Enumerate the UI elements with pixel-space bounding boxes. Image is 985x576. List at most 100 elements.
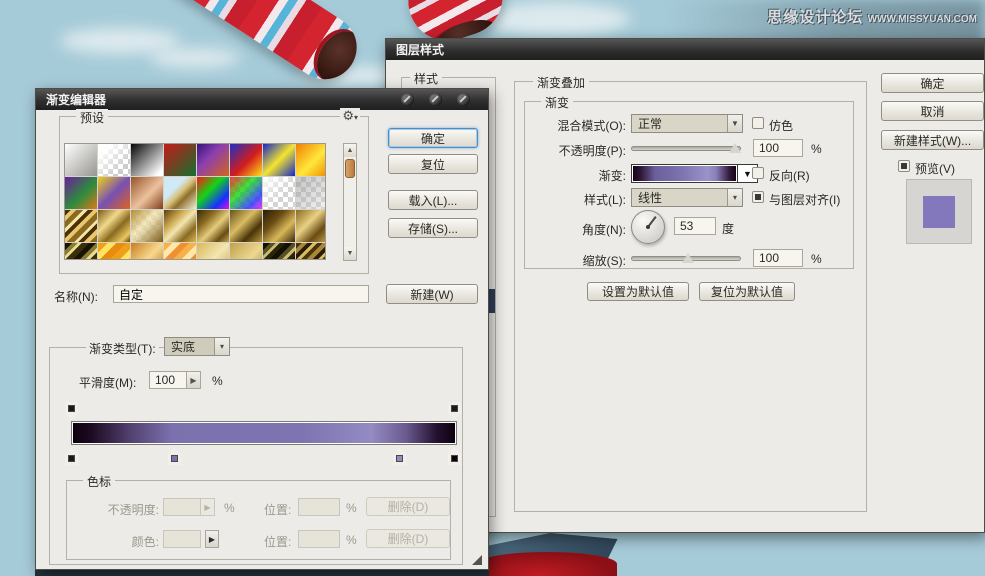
angle-value[interactable]: 53 [674,217,716,235]
window-control-icon[interactable] [457,93,470,106]
color-stop-chip [451,455,458,462]
angle-dial[interactable] [631,210,665,244]
preset-grid [64,143,326,260]
gradient-preset-swatch[interactable] [230,210,262,242]
gradient-preset-swatch[interactable] [98,210,130,242]
stop-opacity-label: 不透明度: [89,501,159,518]
preset-scrollbar[interactable]: ▲ ▼ [343,143,357,261]
gradient-preview[interactable] [631,164,738,183]
gradient-preset-swatch[interactable] [197,177,229,209]
gradient-preset-swatch[interactable] [164,243,196,260]
stop-opacity-unit: % [224,501,235,515]
chevron-down-icon[interactable]: ▾ [727,189,742,206]
delete-opacity-stop-button: 删除(D) [366,497,450,516]
gradient-preset-swatch[interactable] [197,144,229,176]
name-input[interactable] [113,285,369,303]
color-stop-chip [396,455,403,462]
gradient-preset-swatch[interactable] [65,243,97,260]
cancel-button[interactable]: 取消 [881,101,984,121]
gradient-preset-swatch[interactable] [197,210,229,242]
smoothness-unit: % [212,374,223,388]
style-preview-swatch-color [923,196,955,228]
gradient-preset-swatch[interactable] [164,177,196,209]
new-style-button[interactable]: 新建样式(W)... [881,130,984,150]
gradient-preset-swatch[interactable] [296,210,326,242]
gear-icon[interactable]: ⚙▾ [340,108,360,124]
gradient-preset-swatch[interactable] [98,144,130,176]
opacity-stop-chip [451,405,458,412]
reset-button[interactable]: 复位 [388,154,478,174]
gradient-preset-swatch[interactable] [131,144,163,176]
ok-button[interactable]: 确定 [881,73,984,93]
window-control-icon[interactable] [429,93,442,106]
gradient-preset-swatch[interactable] [296,243,326,260]
resize-grip[interactable] [472,555,482,565]
gradient-type-select[interactable]: 实底 ▾ [164,337,230,356]
chevron-down-icon[interactable]: ▼ [727,115,742,132]
gradient-preset-swatch[interactable] [296,144,326,176]
gradient-editor-titlebar[interactable]: 渐变编辑器 [36,89,488,110]
ok-button[interactable]: 确定 [388,128,478,148]
color-picker-arrow-button[interactable]: ▶ [205,530,219,548]
gradient-preset-swatch[interactable] [230,177,262,209]
gradient-preset-swatch[interactable] [65,144,97,176]
opacity-unit: % [811,142,822,156]
opacity-position-value [298,498,340,516]
gradient-preset-swatch[interactable] [230,243,262,260]
opacity-value[interactable]: 100 [753,139,803,157]
stops-label: 色标 [83,473,115,490]
blend-mode-select[interactable]: 正常 ▼ [631,114,743,133]
preview-checkbox[interactable] [898,160,910,172]
gradient-preset-swatch[interactable] [98,243,130,260]
scale-value[interactable]: 100 [753,249,803,267]
reset-default-button[interactable]: 复位为默认值 [699,282,795,301]
gradient-group-title: 渐变 [541,94,573,111]
stop-opacity-spinner-button: ▶ [201,498,215,516]
gradient-preset-swatch[interactable] [296,177,326,209]
gradient-editor-title: 渐变编辑器 [46,91,106,108]
set-default-button[interactable]: 设置为默认值 [587,282,689,301]
save-button[interactable]: 存储(S)... [388,218,478,238]
gradient-preset-swatch[interactable] [263,243,295,260]
style-select[interactable]: 线性 ▾ [631,188,743,207]
chevron-down-icon[interactable]: ▾ [214,338,229,355]
scale-label: 缩放(S): [531,252,626,269]
gradient-preset-swatch[interactable] [65,177,97,209]
window-control-icon[interactable] [401,93,414,106]
align-checkbox[interactable] [752,191,764,203]
scroll-up-icon[interactable]: ▲ [344,144,356,157]
gradient-preset-swatch[interactable] [164,144,196,176]
gradient-preset-swatch[interactable] [131,177,163,209]
color-position-value [298,530,340,548]
gradient-preset-swatch[interactable] [263,144,295,176]
dither-checkbox[interactable] [752,117,764,129]
scale-slider[interactable] [631,256,741,261]
gradient-preset-swatch[interactable] [131,210,163,242]
load-button[interactable]: 载入(L)... [388,190,478,210]
reverse-label: 反向(R) [769,167,810,184]
smoothness-label: 平滑度(M): [79,374,136,391]
gradient-preset-swatch[interactable] [197,243,229,260]
layer-style-titlebar[interactable]: 图层样式 [386,39,984,60]
reverse-checkbox[interactable] [752,167,764,179]
gradient-preset-swatch[interactable] [263,210,295,242]
gradient-preset-swatch[interactable] [65,210,97,242]
scroll-down-icon[interactable]: ▼ [344,247,356,260]
gradient-bar[interactable] [71,421,457,445]
new-button[interactable]: 新建(W) [386,284,478,304]
smoothness-spinner-button[interactable]: ▶ [187,371,201,389]
gradient-preset-swatch[interactable] [230,144,262,176]
gradient-preset-swatch[interactable] [263,177,295,209]
smoothness-value[interactable]: 100 [149,371,187,389]
layer-style-title: 图层样式 [396,41,444,58]
style-label: 样式(L): [531,191,626,208]
stop-color-label: 颜色: [89,533,159,550]
watermark: 思缘设计论坛 WWW.MISSYUAN.COM [767,6,977,27]
scroll-thumb[interactable] [345,159,355,178]
style-value: 线性 [638,189,662,206]
angle-dial-center-dot [646,225,650,229]
gradient-preset-swatch[interactable] [98,177,130,209]
opacity-slider[interactable] [631,146,741,151]
gradient-preset-swatch[interactable] [164,210,196,242]
gradient-preset-swatch[interactable] [131,243,163,260]
